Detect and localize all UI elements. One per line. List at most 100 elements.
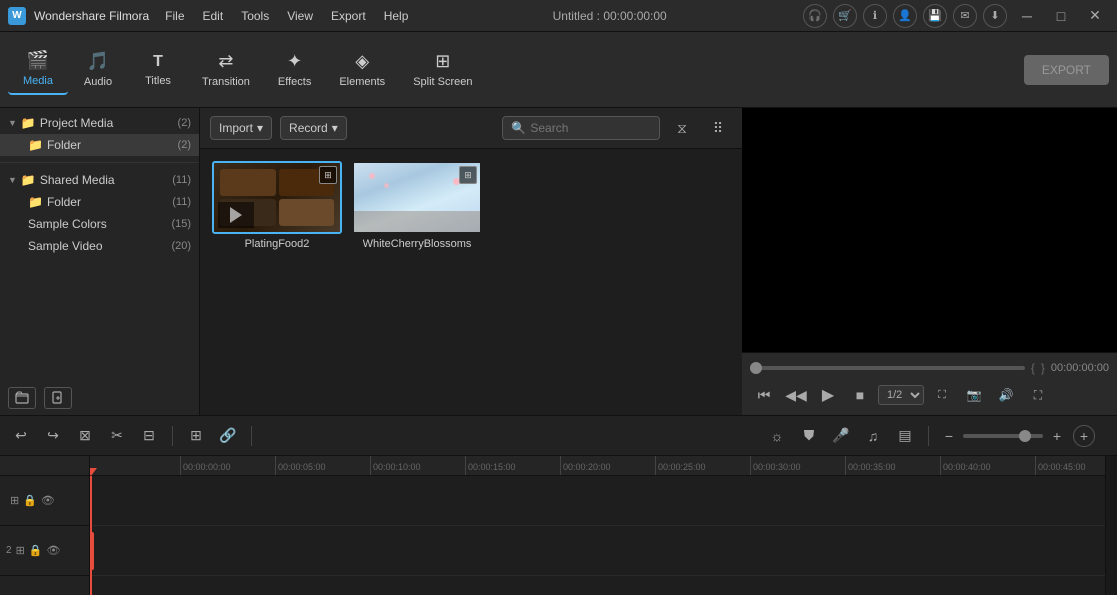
download-icon[interactable]: ⬇ — [983, 4, 1007, 28]
play-button[interactable]: ▶ — [814, 381, 842, 409]
preview-progress-slider[interactable] — [750, 366, 1025, 370]
email-icon[interactable]: ✉ — [953, 4, 977, 28]
toolbar-elements[interactable]: ◈ Elements — [325, 45, 399, 94]
menu-help[interactable]: Help — [376, 5, 417, 27]
toolbar-separator-3 — [928, 426, 929, 446]
effects-label: Effects — [278, 76, 311, 88]
menu-view[interactable]: View — [279, 5, 321, 27]
track-1-grid-icon[interactable]: ⊞ — [10, 494, 19, 507]
record-dropdown[interactable]: Record ▾ — [280, 116, 347, 140]
shared-media-tree-item[interactable]: ▼ 📁 Shared Media (11) — [0, 169, 199, 191]
import-dropdown[interactable]: Import ▾ — [210, 116, 272, 140]
shared-folder-item[interactable]: 📁 Folder (11) — [0, 191, 199, 213]
track-2-grid-icon[interactable]: ⊞ — [16, 544, 25, 557]
track-row-2 — [90, 526, 1105, 576]
tree-bottom-buttons — [0, 381, 199, 415]
project-media-section: ▼ 📁 Project Media (2) 📁 Folder (2) — [0, 108, 199, 160]
new-media-button[interactable] — [44, 387, 72, 409]
grid-view-button[interactable]: ⠿ — [704, 114, 732, 142]
media-thumb-food[interactable]: ⊞ PlatingFood2 — [212, 161, 342, 250]
user-icon[interactable]: 👤 — [893, 4, 917, 28]
music-button[interactable]: ♫ — [860, 423, 886, 449]
title-center: Untitled : 00:00:00:00 — [553, 9, 667, 23]
food-thumbnail: ⊞ — [212, 161, 342, 234]
save-icon[interactable]: 💾 — [923, 4, 947, 28]
ruler-9: 00:00:45:00 — [1035, 456, 1105, 475]
zoom-in-button[interactable]: + — [1047, 426, 1067, 446]
shared-media-arrow: ▼ — [8, 175, 17, 185]
project-media-tree-item[interactable]: ▼ 📁 Project Media (2) — [0, 112, 199, 134]
sample-video-label: Sample Video — [28, 239, 167, 253]
track-row-1 — [90, 476, 1105, 526]
toolbar-effects[interactable]: ✦ Effects — [264, 45, 325, 94]
track-controls: ⊞ 🔒 👁 2 ⊞ 🔒 👁 — [0, 456, 90, 595]
add-track-button[interactable]: + — [1073, 425, 1095, 447]
step-back-button[interactable]: ⏮ — [750, 381, 778, 409]
stop-button[interactable]: ■ — [846, 381, 874, 409]
toolbar-media[interactable]: 🎬 Media — [8, 44, 68, 95]
shield-button[interactable]: ⛊ — [796, 423, 822, 449]
zoom-out-button[interactable]: − — [939, 426, 959, 446]
close-button[interactable]: ✕ — [1081, 5, 1109, 27]
track-2-eye-icon[interactable]: 👁 — [46, 544, 60, 557]
track-2-lock-icon[interactable]: 🔒 — [29, 544, 43, 557]
menu-edit[interactable]: Edit — [195, 5, 232, 27]
speed-select[interactable]: 1/2 1/1 2/1 — [878, 385, 924, 405]
zoom-slider-handle[interactable] — [1019, 430, 1031, 442]
search-box[interactable]: 🔍 — [502, 116, 660, 140]
media-label: Media — [23, 75, 53, 87]
cart-icon[interactable]: 🛒 — [833, 4, 857, 28]
effects-icon: ✦ — [287, 51, 302, 72]
fullscreen-button[interactable]: ⛶ — [1024, 381, 1052, 409]
caption-button[interactable]: ▤ — [892, 423, 918, 449]
sample-colors-label: Sample Colors — [28, 217, 167, 231]
snap-button[interactable]: ⊞ — [183, 423, 209, 449]
track-1-eye-icon[interactable]: 👁 — [41, 494, 55, 507]
menu-file[interactable]: File — [157, 5, 192, 27]
cut-button[interactable]: ✂ — [104, 423, 130, 449]
adjust-button[interactable]: ⊟ — [136, 423, 162, 449]
track-1-lock-icon[interactable]: 🔒 — [23, 494, 37, 507]
minimize-button[interactable]: ─ — [1013, 5, 1041, 27]
sample-video-item[interactable]: Sample Video (20) — [0, 235, 199, 257]
volume-button[interactable]: 🔊 — [992, 381, 1020, 409]
folder-tree-item[interactable]: 📁 Folder (2) — [0, 134, 199, 156]
preview-slider-handle[interactable] — [750, 362, 762, 374]
preview-buttons: ⏮ ◀◀ ▶ ■ 1/2 1/1 2/1 ⛶ 📷 🔊 ⛶ — [750, 381, 1109, 409]
sample-colors-item[interactable]: Sample Colors (15) — [0, 213, 199, 235]
track-2-num: 2 — [6, 545, 12, 556]
toolbar-transition[interactable]: ⇄ Transition — [188, 45, 264, 94]
sample-colors-count: (15) — [171, 218, 191, 230]
fit-view-button[interactable]: ⛶ — [928, 381, 956, 409]
new-folder-button[interactable] — [8, 387, 36, 409]
search-input[interactable] — [530, 121, 651, 135]
mic-button[interactable]: 🎤 — [828, 423, 854, 449]
snapshot-button[interactable]: 📷 — [960, 381, 988, 409]
info-icon[interactable]: ℹ — [863, 4, 887, 28]
ruler-4: 00:00:20:00 — [560, 456, 655, 475]
menu-tools[interactable]: Tools — [233, 5, 277, 27]
timeline-scrollbar[interactable] — [1105, 456, 1117, 595]
magnetic-button[interactable]: 🔗 — [215, 423, 241, 449]
undo-button[interactable]: ↩ — [8, 423, 34, 449]
toolbar-titles[interactable]: T Titles — [128, 47, 188, 93]
sun-button[interactable]: ☼ — [764, 423, 790, 449]
ruler-6: 00:00:30:00 — [750, 456, 845, 475]
menu-export[interactable]: Export — [323, 5, 374, 27]
preview-panel: { } 00:00:00:00 ⏮ ◀◀ ▶ ■ 1/2 1/1 2/1 ⛶ 📷… — [742, 108, 1117, 415]
filter-button[interactable]: ⧖ — [668, 114, 696, 142]
toolbar-audio[interactable]: 🎵 Audio — [68, 45, 128, 94]
zoom-slider[interactable] — [963, 434, 1043, 438]
maximize-button[interactable]: □ — [1047, 5, 1075, 27]
delete-clip-button[interactable]: ⊠ — [72, 423, 98, 449]
playhead[interactable] — [90, 476, 92, 595]
media-thumb-cherry[interactable]: ⊞ WhiteCherryBlossoms — [352, 161, 482, 250]
export-button[interactable]: EXPORT — [1024, 55, 1109, 85]
redo-button[interactable]: ↪ — [40, 423, 66, 449]
left-separator — [0, 162, 199, 163]
toolbar-split-screen[interactable]: ⊞ Split Screen — [399, 45, 486, 94]
folder-label: Folder — [47, 138, 174, 152]
headphones-icon[interactable]: 🎧 — [803, 4, 827, 28]
frame-back-button[interactable]: ◀◀ — [782, 381, 810, 409]
title-bar-left: W Wondershare Filmora File Edit Tools Vi… — [8, 5, 416, 27]
